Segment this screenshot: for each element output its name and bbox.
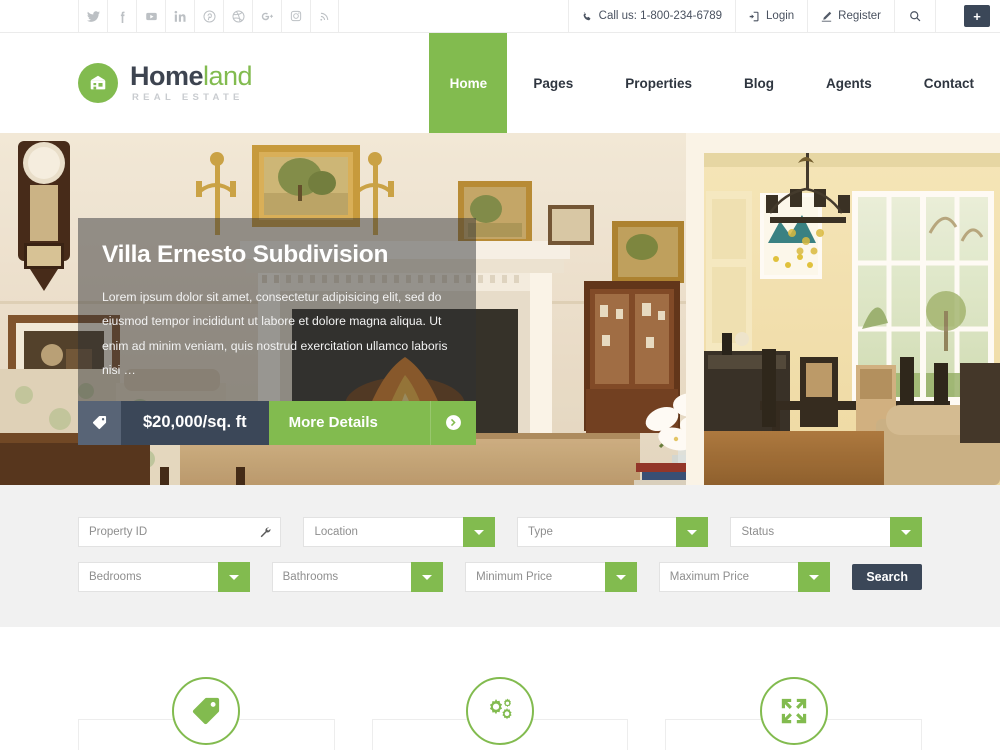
hero-title: Villa Ernesto Subdivision [102,241,389,268]
hero-action-bar: $20,000/sq. ft More Details [78,400,476,445]
type-placeholder: Type [527,526,553,538]
bedrooms-placeholder: Bedrooms [89,571,142,583]
property-id-placeholder: Property ID [89,526,148,538]
logo-wordmark: Homeland [130,61,253,92]
features-section [0,627,1000,750]
type-chevron-down-icon[interactable] [676,517,709,547]
wrench-icon [259,526,280,538]
topbar-left-spacer [0,0,78,32]
nav-label: Agents [825,75,872,91]
hero-description: Lorem ipsum dolor sit amet, consectetur … [102,290,448,378]
price-tag-icon [172,677,241,745]
instagram-icon[interactable] [281,0,310,32]
phone-text: Call us: 1-800-234-6789 [598,10,723,22]
twitter-icon[interactable] [78,0,107,32]
logo[interactable]: Homeland REAL ESTATE [0,33,253,133]
main-navigation: Home Pages Properties Blog Agents Contac… [429,33,1000,133]
nav-label: Contact [923,75,974,91]
nav-item-blog[interactable]: Blog [718,33,800,133]
status-placeholder: Status [741,526,775,538]
hero-price: $20,000/sq. ft [121,400,269,445]
search-button-label: Search [866,570,909,584]
rss-icon[interactable] [310,0,339,32]
status-select[interactable]: Status [730,517,922,547]
minimum-price-select[interactable]: Minimum Price [465,562,637,592]
minimum-price-chevron-down-icon[interactable] [604,562,637,592]
property-search-panel: Property ID Location Type Status Bedroom… [0,485,1000,627]
arrow-circle-right-icon[interactable] [430,400,476,445]
logo-text: Homeland REAL ESTATE [130,61,253,104]
feature-box[interactable] [371,677,629,750]
maximum-price-chevron-down-icon[interactable] [798,562,831,592]
pinterest-icon[interactable] [194,0,223,32]
pencil-icon [821,11,832,22]
hero-slider[interactable]: Villa Ernesto Subdivision Lorem ipsum do… [0,133,1000,485]
nav-label: Home [449,75,488,91]
googleplus-icon[interactable] [252,0,281,32]
plus-icon: + [973,8,981,24]
bedrooms-chevron-down-icon[interactable] [217,562,250,592]
search-row-1: Property ID Location Type Status [78,517,922,547]
nav-item-properties[interactable]: Properties [599,33,718,133]
more-details-button[interactable]: More Details [268,400,430,445]
nav-item-pages[interactable]: Pages [507,33,599,133]
property-id-input[interactable]: Property ID [78,517,282,547]
nav-label: Properties [625,75,692,91]
feature-box[interactable] [665,677,923,750]
maximum-price-select[interactable]: Maximum Price [658,562,831,592]
bathrooms-select[interactable]: Bathrooms [271,562,444,592]
top-bar: Call us: 1-800-234-6789 Login Register + [0,0,1000,33]
minimum-price-placeholder: Minimum Price [476,571,553,583]
price-tag-icon [78,400,121,445]
login-text: Login [766,10,795,22]
youtube-icon[interactable] [136,0,165,32]
phone-link[interactable]: Call us: 1-800-234-6789 [567,0,735,32]
login-link[interactable]: Login [735,0,807,32]
nav-item-agents[interactable]: Agents [800,33,898,133]
expand-arrows-icon [759,677,828,745]
topbar-right: Call us: 1-800-234-6789 Login Register + [567,0,1000,32]
more-details-label: More Details [288,414,378,432]
login-icon [749,11,759,21]
register-text: Register [838,10,881,22]
maximum-price-placeholder: Maximum Price [669,571,749,583]
logo-land: land [203,61,253,92]
facebook-icon[interactable] [107,0,136,32]
logo-home: Home [130,61,204,92]
bathrooms-placeholder: Bathrooms [282,571,339,583]
feature-box[interactable] [78,677,335,750]
type-select[interactable]: Type [516,517,709,547]
search-icon [910,11,921,22]
nav-item-home[interactable]: Home [429,33,508,133]
add-listing-button[interactable]: + [964,5,990,27]
location-placeholder: Location [314,526,358,538]
register-link[interactable]: Register [807,0,894,32]
hero-caption: Villa Ernesto Subdivision Lorem ipsum do… [78,218,476,445]
bathrooms-chevron-down-icon[interactable] [411,562,444,592]
nav-label: Pages [533,75,574,91]
social-links [78,0,339,32]
bedrooms-select[interactable]: Bedrooms [78,562,250,592]
phone-icon [583,11,591,20]
search-row-2: Bedrooms Bathrooms Minimum Price Maximum… [78,562,923,592]
cogs-icon [466,677,534,745]
feature-grid [78,677,923,750]
logo-tagline: REAL ESTATE [132,92,244,104]
nav-label: Blog [743,75,774,91]
site-header: Homeland REAL ESTATE Home Pages Properti… [0,33,1000,133]
search-submit-button[interactable]: Search [852,564,923,590]
nav-item-contact[interactable]: Contact [898,33,1000,133]
location-select[interactable]: Location [303,517,495,547]
search-toggle[interactable] [894,0,936,32]
house-icon [78,63,118,103]
location-chevron-down-icon[interactable] [462,517,495,547]
hero-caption-body: Villa Ernesto Subdivision Lorem ipsum do… [78,218,476,401]
dribbble-icon[interactable] [223,0,252,32]
linkedin-icon[interactable] [165,0,194,32]
status-chevron-down-icon[interactable] [889,517,922,547]
